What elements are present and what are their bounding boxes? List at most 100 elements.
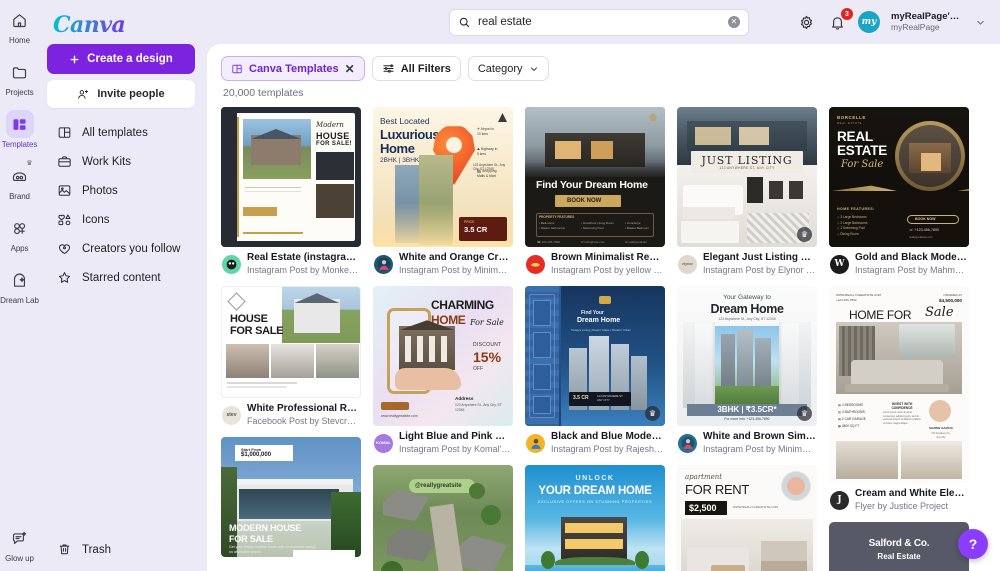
rail-item-projects[interactable]: Projects (0, 58, 39, 97)
template-thumbnail[interactable]: JUST LISTING 123 ANYWHERE ST, ANY CITY ♛ (677, 107, 817, 247)
rail-item-apps[interactable]: Apps (0, 214, 39, 253)
thumb-text: YOUR DREAM HOME (538, 485, 652, 498)
template-thumbnail[interactable]: apartment FOR RENT $2,500 WWW.REALLYGREA… (677, 465, 817, 571)
rail-item-glow-up[interactable]: Glow up (0, 524, 39, 563)
nav-item-work-kits[interactable]: Work Kits (45, 147, 197, 176)
templates-icon (5, 110, 34, 138)
author-avatar[interactable]: J (830, 490, 849, 510)
pro-crown-icon: ♛ (797, 227, 812, 242)
template-card[interactable]: Start From $1,000,000 MODERN HOUSE FOR S… (221, 437, 361, 558)
thumb-text: For more info: +123-456-7890 (724, 417, 770, 422)
author-avatar[interactable] (526, 433, 545, 453)
template-title: Brown Minimalist Real E... (551, 252, 664, 263)
thumb-text: EXCLUSIVE OFFERS ON STUNNING PROPERTIES (537, 500, 653, 505)
template-thumbnail[interactable]: CHARMING HOME For Sale DISCOUNT 15% OFF … (373, 286, 513, 427)
bell-icon[interactable]: 3 (827, 8, 853, 32)
template-meta: W Gold and Black Modern ... Instagram Po… (829, 247, 969, 278)
thumb-text: Address (455, 396, 474, 402)
author-avatar[interactable] (678, 433, 697, 453)
avatar[interactable]: my (858, 11, 880, 33)
template-thumbnail[interactable]: @reallygreatsite (373, 465, 513, 571)
template-author: Instagram Post by MinimalBo... (399, 264, 512, 275)
rail-item-brand[interactable]: ♛ Brand (0, 160, 39, 201)
template-card[interactable]: apartment FOR RENT $2,500 WWW.REALLYGREA… (677, 465, 817, 571)
meta-text: Real Estate (instagram p... Instagram Po… (247, 252, 360, 276)
rail-item-templates[interactable]: Templates (0, 110, 39, 149)
photos-icon (56, 183, 72, 199)
thumb-text: SHAWN GARCIA (929, 426, 953, 431)
thumb-text: Sale (925, 305, 954, 321)
author-avatar[interactable] (222, 254, 241, 274)
account-sub: myRealPage (891, 21, 940, 32)
author-avatar[interactable] (526, 254, 545, 274)
category-button[interactable]: Category (467, 56, 549, 81)
template-card[interactable]: Find Your Dream Home Today's Living | Re… (525, 286, 665, 457)
all-filters-button[interactable]: All Filters (371, 56, 461, 81)
template-card[interactable]: Modern HOUSE FOR SALE! Real Estate (inst… (221, 107, 361, 278)
template-thumbnail[interactable]: Your Gateway to Dream Home 123 Anywhere … (677, 286, 817, 427)
template-thumbnail[interactable]: HOUSE FOR SALE (221, 286, 361, 399)
nav-item-photos[interactable]: Photos (45, 176, 197, 205)
nav-item-trash[interactable]: Trash (45, 535, 197, 564)
thumb-text: 4800 SQ FT (841, 424, 860, 429)
author-avatar[interactable]: elynor (678, 254, 697, 274)
search-input[interactable] (478, 16, 721, 28)
thumb-text: FOR RENT (685, 482, 750, 498)
gear-icon[interactable] (796, 12, 816, 32)
crown-badge-icon: ♛ (26, 160, 33, 167)
template-card[interactable]: Find Your Dream Home BOOK NOW PROPERTY F… (525, 107, 665, 278)
template-thumbnail[interactable]: Find Your Dream Home Today's Living | Re… (525, 286, 665, 427)
template-thumbnail[interactable]: BORCELLE REAL ESTATE REAL ESTATE For Sal… (829, 107, 969, 247)
glow-up-icon (6, 524, 34, 552)
template-thumbnail[interactable]: Modern HOUSE FOR SALE! (221, 107, 361, 247)
canva-logo[interactable]: Canva (53, 12, 197, 38)
nav-item-starred-content[interactable]: Starred content (45, 263, 197, 292)
rail-label: Apps (10, 244, 29, 253)
template-card[interactable]: BORCELLE REAL ESTATE REAL ESTATE For Sal… (829, 107, 969, 278)
template-thumbnail[interactable]: Start From $1,000,000 MODERN HOUSE FOR S… (221, 437, 361, 558)
search-icon (458, 16, 471, 29)
invite-people-button[interactable]: Invite people (47, 80, 195, 108)
template-card[interactable]: @reallygreatsite (373, 465, 513, 571)
template-card[interactable]: JUST LISTING 123 ANYWHERE ST, ANY CITY ♛ (677, 107, 817, 278)
create-a-design-button[interactable]: Create a design (47, 44, 195, 74)
template-thumbnail[interactable]: Find Your Dream Home BOOK NOW PROPERTY F… (525, 107, 665, 247)
template-thumbnail[interactable]: Best Located Luxurious Home 2BHK | 3BHK … (373, 107, 513, 247)
help-button[interactable]: ? (958, 529, 988, 559)
search-bar[interactable]: ✕ (449, 8, 749, 36)
rail-item-home[interactable]: Home (0, 6, 39, 45)
template-card[interactable]: Your Gateway to Dream Home 123 Anywhere … (677, 286, 817, 457)
template-author: Instagram Post by MinimalBo... (703, 443, 816, 454)
template-thumbnail[interactable]: Salford & Co. Real Estate (829, 522, 969, 571)
author-avatar[interactable]: stev (222, 405, 241, 425)
template-author: Instagram Post by Elynor Stu... (703, 264, 816, 275)
template-title: Black and Blue Modern ... (551, 431, 664, 443)
template-card[interactable]: UNLOCK YOUR DREAM HOME EXCLUSIVE OFFERS … (525, 465, 665, 571)
nav-item-creators-you-follow[interactable]: Creators you follow (45, 234, 197, 263)
template-card[interactable]: WWW.REALLYGREATSITE.COM +123-456-7890 OF… (829, 286, 969, 514)
template-card[interactable]: Salford & Co. Real Estate (829, 522, 969, 571)
author-avatar[interactable]: KOMAL (374, 433, 393, 453)
clear-icon[interactable]: ✕ (728, 16, 740, 28)
template-title: White and Brown Simple... (703, 431, 816, 443)
template-meta: KOMAL Light Blue and Pink Wate... Instag… (373, 426, 513, 457)
dream-lab-icon (6, 266, 34, 294)
author-avatar[interactable] (374, 254, 393, 274)
close-icon[interactable]: ✕ (345, 62, 355, 76)
author-avatar[interactable]: W (830, 254, 849, 274)
rail-item-dream-lab[interactable]: Dream Lab (0, 266, 39, 305)
nav-label: All templates (82, 126, 148, 139)
template-thumbnail[interactable]: UNLOCK YOUR DREAM HOME EXCLUSIVE OFFERS … (525, 465, 665, 571)
chip-canva-templates[interactable]: Canva Templates ✕ (221, 56, 365, 81)
nav-item-icons[interactable]: Icons (45, 205, 197, 234)
chevron-down-icon[interactable] (974, 12, 986, 32)
template-thumbnail[interactable]: WWW.REALLYGREATSITE.COM +123-456-7890 OF… (829, 286, 969, 484)
rail-label: Home (9, 36, 30, 45)
nav-item-all-templates[interactable]: All templates (45, 118, 197, 147)
templates-icon (231, 63, 243, 75)
account-info[interactable]: myRealPage's ... myRealPage (891, 12, 963, 33)
template-card[interactable]: Best Located Luxurious Home 2BHK | 3BHK … (373, 107, 513, 278)
meta-text: Elegant Just Listing Real ... Instagram … (703, 252, 816, 276)
template-card[interactable]: CHARMING HOME For Sale DISCOUNT 15% OFF … (373, 286, 513, 457)
template-card[interactable]: HOUSE FOR SALE stev White Professional R (221, 286, 361, 429)
